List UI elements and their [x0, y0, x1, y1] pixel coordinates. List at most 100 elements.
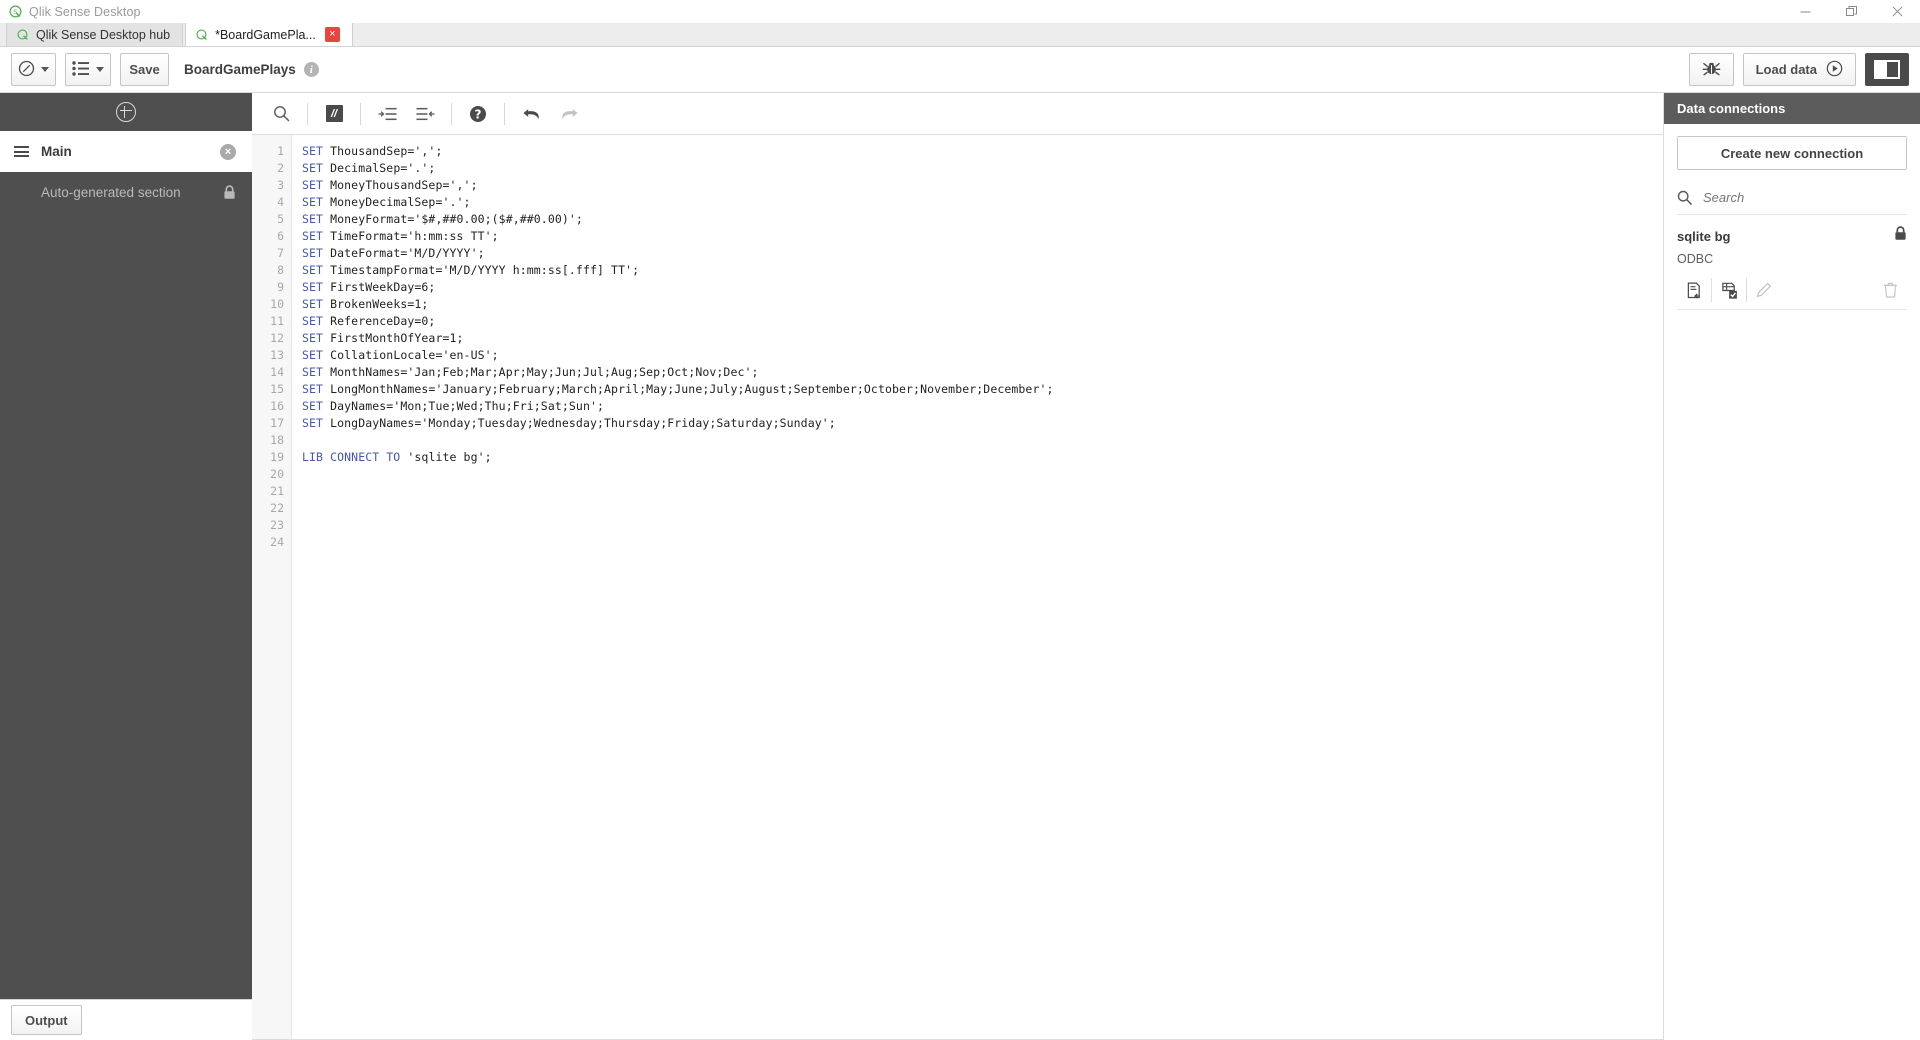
code-keyword: SET	[302, 280, 324, 294]
create-new-connection-button[interactable]: Create new connection	[1677, 136, 1907, 170]
edit-pencil-icon[interactable]	[1747, 278, 1781, 302]
code-text: TimestampFormat='M/D/YYYY h:mm:ss[.fff] …	[323, 263, 640, 277]
qlik-logo-icon	[17, 28, 29, 41]
outdent-icon[interactable]	[406, 94, 444, 134]
code-line: SET MoneyDecimalSep='.';	[302, 194, 1663, 211]
lock-icon	[223, 185, 236, 200]
window-title: Qlik Sense Desktop	[29, 4, 141, 19]
sheets-dropdown-button[interactable]	[65, 53, 111, 86]
code-line: SET BrokenWeeks=1;	[302, 296, 1663, 313]
search-icon[interactable]	[262, 94, 300, 134]
search-icon	[1677, 190, 1692, 205]
line-number: 21	[270, 484, 284, 498]
code-line: SET FirstMonthOfYear=1;	[302, 330, 1663, 347]
line-number: 9	[277, 280, 284, 294]
debug-bug-icon	[1702, 60, 1721, 79]
navigation-dropdown-button[interactable]	[11, 53, 56, 86]
code-text: LongDayNames='Monday;Tuesday;Wednesday;T…	[323, 416, 836, 430]
code-line: SET DateFormat='M/D/YYYY';	[302, 245, 1663, 262]
close-circle-icon[interactable]: ×	[220, 143, 236, 160]
code-text: ReferenceDay=0;	[323, 314, 436, 328]
debug-button[interactable]	[1688, 53, 1734, 86]
indent-icon[interactable]	[368, 94, 406, 134]
code-line: SET LongMonthNames='January;February;Mar…	[302, 381, 1663, 398]
connection-card-sqlite-bg[interactable]: sqlite bg ODBC	[1677, 215, 1907, 310]
insert-script-icon[interactable]	[1677, 278, 1712, 302]
plus-circle-icon	[116, 102, 136, 122]
lock-icon	[1894, 226, 1907, 246]
line-number: 5	[277, 212, 284, 226]
line-number: 8	[277, 263, 284, 277]
drag-handle-icon[interactable]	[14, 146, 29, 157]
sidebar-item-auto-generated-section[interactable]: Auto-generated section	[0, 172, 252, 213]
line-number: 12	[270, 331, 284, 345]
code-editor[interactable]: 1 2 3 4 5 6 7 8 9 10 11 12 13 14 15 16 1	[252, 135, 1663, 1040]
toggle-right-panel-button[interactable]	[1865, 53, 1909, 86]
search-input[interactable]	[1701, 188, 1907, 206]
svg-text:S: S	[13, 8, 17, 16]
output-button[interactable]: Output	[11, 1005, 82, 1035]
load-data-button[interactable]: Load data	[1742, 53, 1856, 86]
code-line: SET MonthNames='Jan;Feb;Mar;Apr;May;Jun;…	[302, 364, 1663, 381]
code-keyword: SET	[302, 195, 324, 209]
comment-icon[interactable]: //	[315, 94, 353, 134]
sidebar-item-label: Main	[41, 144, 72, 159]
help-circle-icon[interactable]: ?	[459, 94, 497, 134]
redo-arrow-icon[interactable]	[550, 94, 588, 134]
code-keyword: SET	[302, 348, 324, 362]
toolbar-divider	[504, 102, 505, 125]
code-line: SET FirstWeekDay=6;	[302, 279, 1663, 296]
code-text: BrokenWeeks=1;	[323, 297, 429, 311]
chevron-down-icon	[96, 67, 104, 72]
tab-qlik-sense-desktop-hub[interactable]: Qlik Sense Desktop hub	[6, 22, 184, 46]
code-keyword: SET	[302, 399, 324, 413]
line-number: 18	[270, 433, 284, 447]
code-text: DecimalSep='.';	[323, 161, 436, 175]
code-keyword: SET	[302, 382, 324, 396]
code-content[interactable]: SET ThousandSep=','; SET DecimalSep='.';…	[292, 135, 1663, 1039]
close-button[interactable]	[1874, 0, 1920, 23]
script-sections-sidebar: Main × Auto-generated section Output	[0, 93, 252, 1040]
maximize-button[interactable]	[1828, 0, 1874, 23]
undo-arrow-icon[interactable]	[512, 94, 550, 134]
code-text: TimeFormat='h:mm:ss TT';	[323, 229, 499, 243]
code-text: DayNames='Mon;Tue;Wed;Thu;Fri;Sat;Sun';	[323, 399, 605, 413]
code-text: MoneyFormat='$#,##0.00;($#,##0.00)';	[323, 212, 583, 226]
sheet-list-icon	[72, 60, 90, 79]
line-number: 16	[270, 399, 284, 413]
code-text: MonthNames='Jan;Feb;Mar;Apr;May;Jun;Jul;…	[323, 365, 759, 379]
tab-boardgameplays[interactable]: *BoardGamePla... ×	[185, 22, 353, 46]
page-title: BoardGamePlays	[184, 62, 296, 77]
add-section-button[interactable]	[0, 93, 252, 131]
line-number: 7	[277, 246, 284, 260]
code-line: SET TimeFormat='h:mm:ss TT';	[302, 228, 1663, 245]
comment-slashes-label: //	[325, 105, 343, 122]
connection-actions	[1677, 278, 1907, 302]
save-button[interactable]: Save	[120, 53, 169, 86]
code-keyword: SET	[302, 144, 324, 158]
sidebar-item-main[interactable]: Main ×	[0, 131, 252, 172]
app-toolbar: Save BoardGamePlays i Load data	[0, 47, 1920, 93]
connection-header: sqlite bg	[1677, 226, 1907, 246]
toolbar-divider	[307, 102, 308, 125]
code-text: FirstMonthOfYear=1;	[323, 331, 464, 345]
close-icon[interactable]: ×	[324, 27, 340, 42]
line-number: 15	[270, 382, 284, 396]
minimize-button[interactable]	[1782, 0, 1828, 23]
connections-search[interactable]	[1677, 180, 1907, 215]
code-keyword: SET	[302, 246, 324, 260]
play-circle-icon	[1826, 60, 1843, 80]
chevron-down-icon	[41, 67, 49, 72]
delete-trash-icon[interactable]	[1873, 278, 1907, 302]
code-line: SET MoneyThousandSep=',';	[302, 177, 1663, 194]
output-bar: Output	[0, 999, 252, 1040]
qlik-logo-icon	[196, 28, 208, 41]
compass-icon	[18, 60, 35, 80]
info-icon[interactable]: i	[303, 62, 319, 77]
line-number: 6	[277, 229, 284, 243]
select-data-icon[interactable]	[1712, 278, 1747, 302]
line-number-gutter: 1 2 3 4 5 6 7 8 9 10 11 12 13 14 15 16 1	[252, 135, 292, 1039]
